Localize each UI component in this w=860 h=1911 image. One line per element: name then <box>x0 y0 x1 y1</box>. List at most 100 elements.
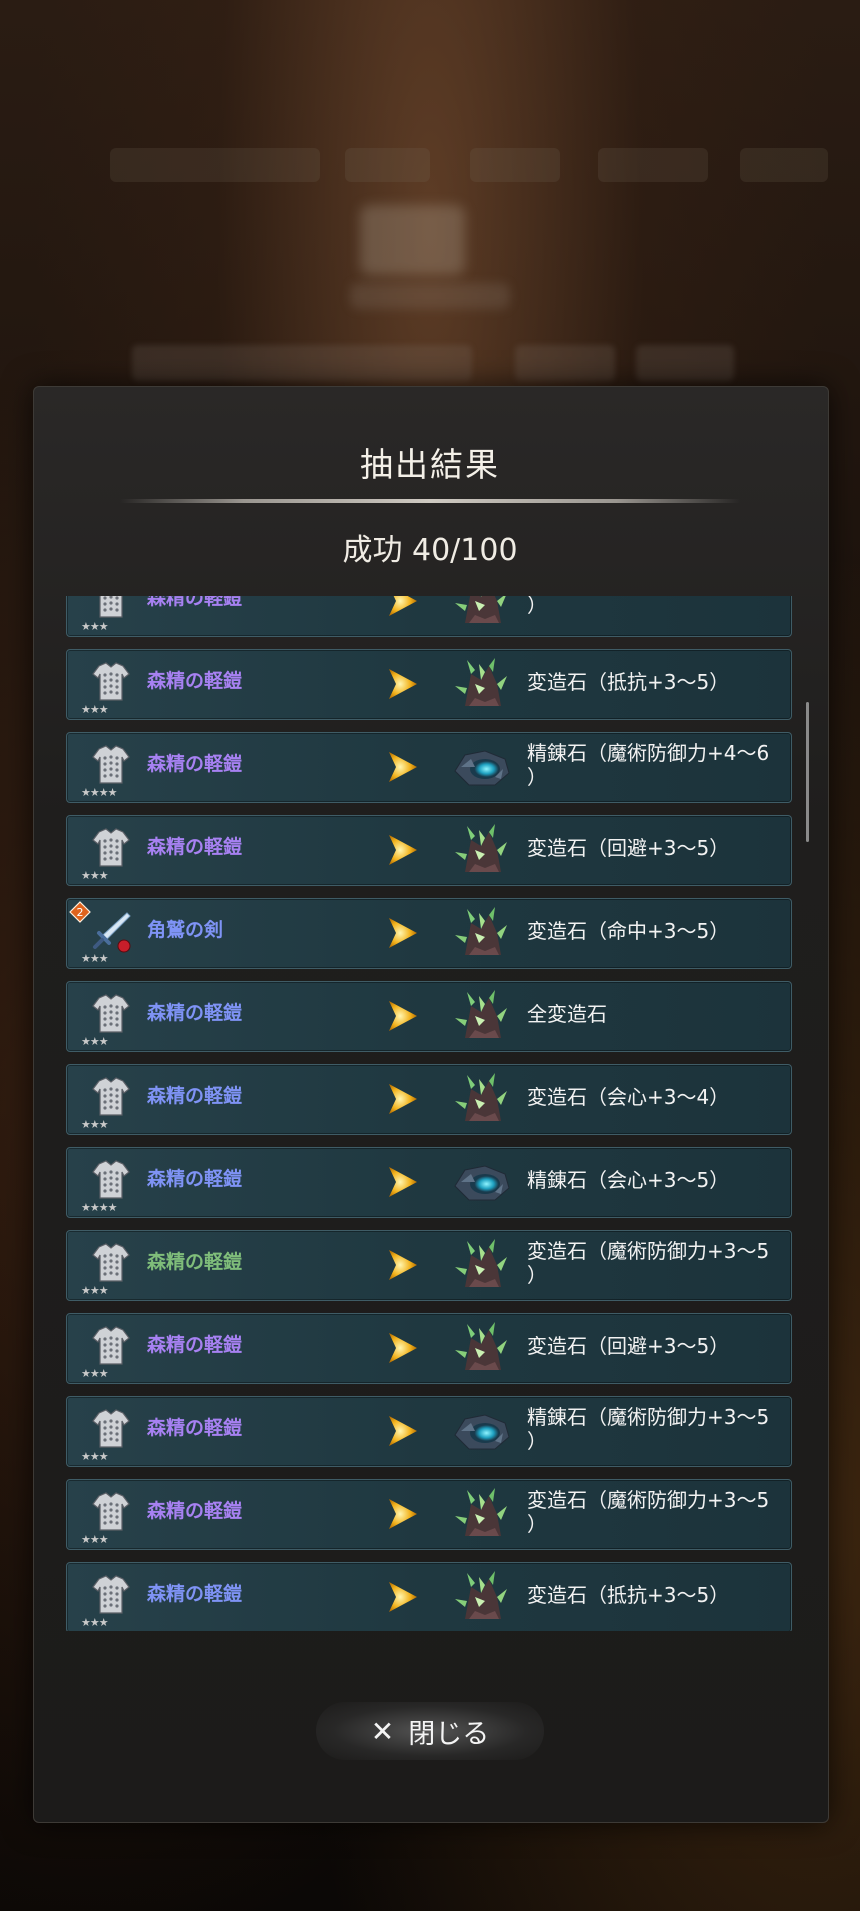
list-item[interactable]: ★★★ 森精の軽鎧 変造石（魔術防御力+3～5 ） <box>66 1479 792 1550</box>
rarity-stars: ★★★ <box>81 1367 109 1380</box>
item-name: 森精の軽鎧 <box>147 1251 243 1273</box>
armor-icon <box>89 743 133 787</box>
extract-result: 変造石（魔術防御力+3～5 ） <box>527 1488 770 1536</box>
list-item[interactable]: ★★★ 森精の軽鎧 全変造石 <box>66 981 792 1052</box>
item-name: 森精の軽鎧 <box>147 1334 243 1356</box>
armor-icon <box>89 596 133 621</box>
arrow-right-icon <box>387 1413 419 1449</box>
svg-text:2: 2 <box>77 906 84 919</box>
background-title <box>360 205 465 275</box>
arrow-right-icon <box>387 915 419 951</box>
arrow-right-icon <box>387 1496 419 1532</box>
rarity-stars: ★★★ <box>81 1533 109 1546</box>
extract-result: 精錬石（魔術防御力+3～5 ） <box>527 1405 770 1453</box>
title-divider <box>120 499 740 503</box>
extract-result: ） <box>527 596 547 617</box>
armor-icon <box>89 1241 133 1285</box>
arrow-right-icon <box>387 1081 419 1117</box>
alter-stone-icon <box>451 1484 511 1544</box>
item-name: 森精の軽鎧 <box>147 1583 243 1605</box>
extract-result: 変造石（会心+3～4） <box>527 1085 730 1109</box>
enhance-badge-icon: 2 <box>69 901 91 923</box>
rarity-stars: ★★★ <box>81 1284 109 1297</box>
rarity-stars: ★★★ <box>81 703 109 716</box>
item-name: 森精の軽鎧 <box>147 836 243 858</box>
rarity-stars: ★★★★ <box>81 1201 117 1214</box>
success-count: 成功 40/100 <box>0 525 860 569</box>
background-button <box>515 345 615 381</box>
close-button[interactable]: ✕ 閉じる <box>316 1702 544 1760</box>
rarity-stars: ★★★ <box>81 1450 109 1463</box>
scrollbar[interactable] <box>806 702 809 842</box>
arrow-right-icon <box>387 1579 419 1615</box>
alter-stone-icon <box>451 596 511 631</box>
item-name: 森精の軽鎧 <box>147 1417 243 1439</box>
list-item[interactable]: ★★★ 森精の軽鎧 変造石（会心+3～4） <box>66 1064 792 1135</box>
extract-result: 変造石（魔術防御力+3～5 ） <box>527 1239 770 1287</box>
list-item[interactable]: ★★★ 森精の軽鎧 変造石（魔術防御力+3～5 ） <box>66 1230 792 1301</box>
refine-stone-icon <box>451 737 511 797</box>
rarity-stars: ★★★ <box>81 1616 109 1629</box>
list-item[interactable]: ★★★★ 森精の軽鎧 精錬石（会心+3～5） <box>66 1147 792 1218</box>
close-icon: ✕ <box>370 1714 395 1748</box>
alter-stone-icon <box>451 654 511 714</box>
arrow-right-icon <box>387 832 419 868</box>
list-item[interactable]: ★★★ 森精の軽鎧 ） <box>66 596 792 637</box>
list-item[interactable]: 2 ★★★ 角鷲の剣 変造石（命中+3～5） <box>66 898 792 969</box>
rarity-stars: ★★★ <box>81 869 109 882</box>
armor-icon <box>89 660 133 704</box>
background-button <box>636 345 734 381</box>
close-label: 閉じる <box>408 1718 490 1750</box>
alter-stone-icon <box>451 1318 511 1378</box>
extract-result: 変造石（回避+3～5） <box>527 836 730 860</box>
rarity-stars: ★★★★ <box>81 786 117 799</box>
alter-stone-icon <box>451 820 511 880</box>
alter-stone-icon <box>451 1069 511 1129</box>
alter-stone-icon <box>451 1235 511 1295</box>
dialog-title: 抽出結果 <box>360 445 500 484</box>
refine-stone-icon <box>451 1401 511 1461</box>
armor-icon <box>89 992 133 1036</box>
extract-result: 変造石（抵抗+3～5） <box>527 1583 730 1607</box>
extract-result: 変造石（抵抗+3～5） <box>527 670 730 694</box>
sword-icon <box>89 909 133 953</box>
item-name: 森精の軽鎧 <box>147 1500 243 1522</box>
rarity-stars: ★★★ <box>81 1118 109 1131</box>
extract-result: 精錬石（会心+3～5） <box>527 1168 730 1192</box>
background-tab <box>740 148 828 182</box>
result-list[interactable]: ★★★ 森精の軽鎧 ） ★★★ 森精の軽鎧 変造石（抵抗+3～5） ★★★★ 森精の軽… <box>66 596 792 1631</box>
item-name: 森精の軽鎧 <box>147 753 243 775</box>
alter-stone-icon <box>451 1567 511 1627</box>
item-name: 森精の軽鎧 <box>147 1085 243 1107</box>
armor-icon <box>89 1490 133 1534</box>
item-name: 森精の軽鎧 <box>147 1168 243 1190</box>
arrow-right-icon <box>387 998 419 1034</box>
armor-icon <box>89 1158 133 1202</box>
list-item[interactable]: ★★★ 森精の軽鎧 変造石（抵抗+3～5） <box>66 649 792 720</box>
background-tab <box>110 148 320 182</box>
armor-icon <box>89 1573 133 1617</box>
list-item[interactable]: ★★★ 森精の軽鎧 変造石（回避+3～5） <box>66 815 792 886</box>
rarity-stars: ★★★ <box>81 952 109 965</box>
armor-icon <box>89 826 133 870</box>
background-tab <box>470 148 560 182</box>
arrow-right-icon <box>387 596 419 619</box>
extract-result: 変造石（命中+3～5） <box>527 919 730 943</box>
item-name: 森精の軽鎧 <box>147 1002 243 1024</box>
background-button <box>132 345 472 381</box>
list-item[interactable]: ★★★★ 森精の軽鎧 精錬石（魔術防御力+4～6 ） <box>66 732 792 803</box>
armor-icon <box>89 1075 133 1119</box>
alter-stone-icon <box>451 986 511 1046</box>
alter-stone-icon <box>451 903 511 963</box>
extract-result: 全変造石 <box>527 1002 607 1026</box>
arrow-right-icon <box>387 666 419 702</box>
background-tab <box>598 148 708 182</box>
list-item[interactable]: ★★★ 森精の軽鎧 精錬石（魔術防御力+3～5 ） <box>66 1396 792 1467</box>
background-tab <box>345 148 430 182</box>
armor-icon <box>89 1324 133 1368</box>
extract-result: 変造石（回避+3～5） <box>527 1334 730 1358</box>
item-name: 森精の軽鎧 <box>147 596 243 609</box>
list-item[interactable]: ★★★ 森精の軽鎧 変造石（抵抗+3～5） <box>66 1562 792 1631</box>
item-name: 角鷲の剣 <box>147 919 224 941</box>
list-item[interactable]: ★★★ 森精の軽鎧 変造石（回避+3～5） <box>66 1313 792 1384</box>
